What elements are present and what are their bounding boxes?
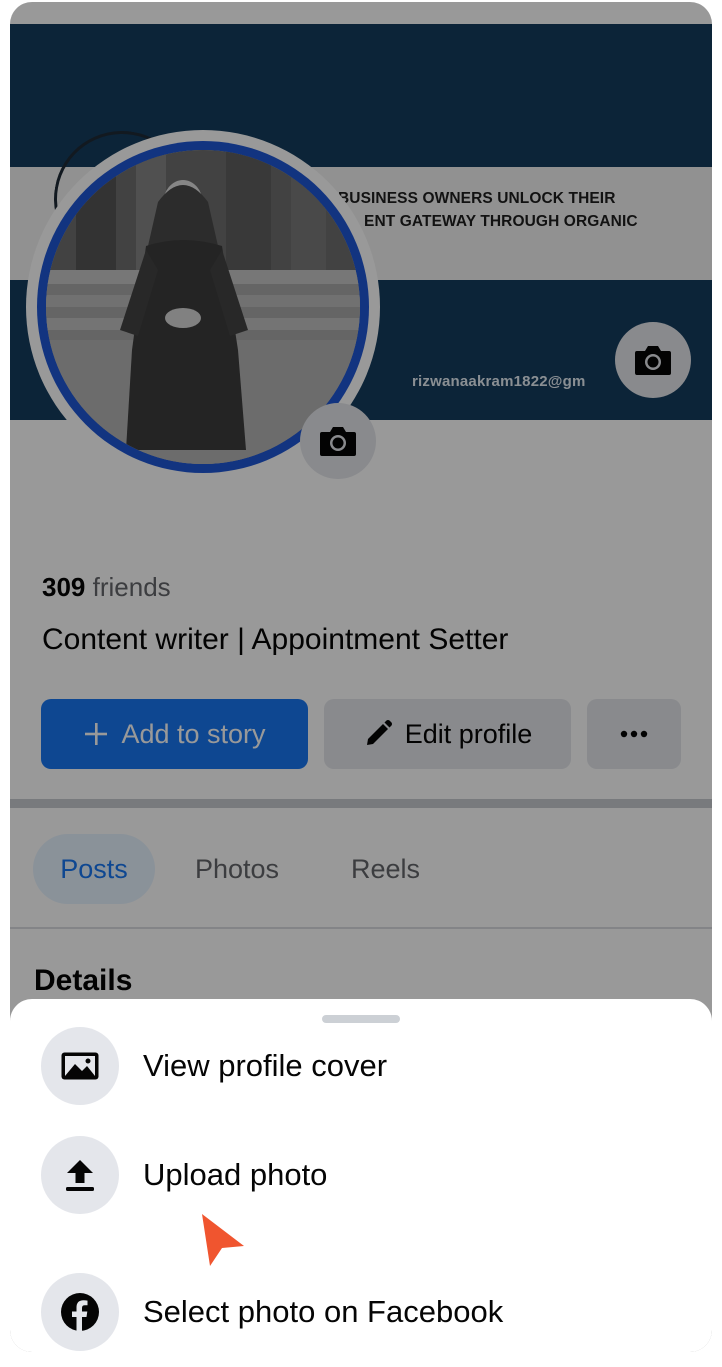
tap-pointer-icon: [202, 1214, 244, 1266]
profile-photo-options-sheet: View profile cover Upload photo Select p…: [10, 999, 712, 1352]
upload-icon-container: [41, 1136, 119, 1214]
image-icon-container: [41, 1027, 119, 1105]
facebook-icon-container: [41, 1273, 119, 1351]
view-profile-cover-label: View profile cover: [143, 1048, 388, 1083]
upload-photo-option[interactable]: Upload photo: [41, 1136, 327, 1214]
upload-photo-label: Upload photo: [143, 1157, 328, 1192]
profile-screen: BUSINESS OWNERS UNLOCK THEIR ENT GATEWAY…: [10, 2, 712, 1352]
sheet-drag-handle[interactable]: [322, 1015, 400, 1023]
view-profile-cover-option[interactable]: View profile cover: [41, 1027, 387, 1105]
image-icon: [61, 1052, 99, 1080]
select-photo-on-facebook-option[interactable]: Select photo on Facebook: [41, 1273, 503, 1351]
upload-icon: [66, 1160, 94, 1191]
facebook-icon: [61, 1293, 99, 1331]
select-photo-on-facebook-label: Select photo on Facebook: [143, 1294, 504, 1329]
